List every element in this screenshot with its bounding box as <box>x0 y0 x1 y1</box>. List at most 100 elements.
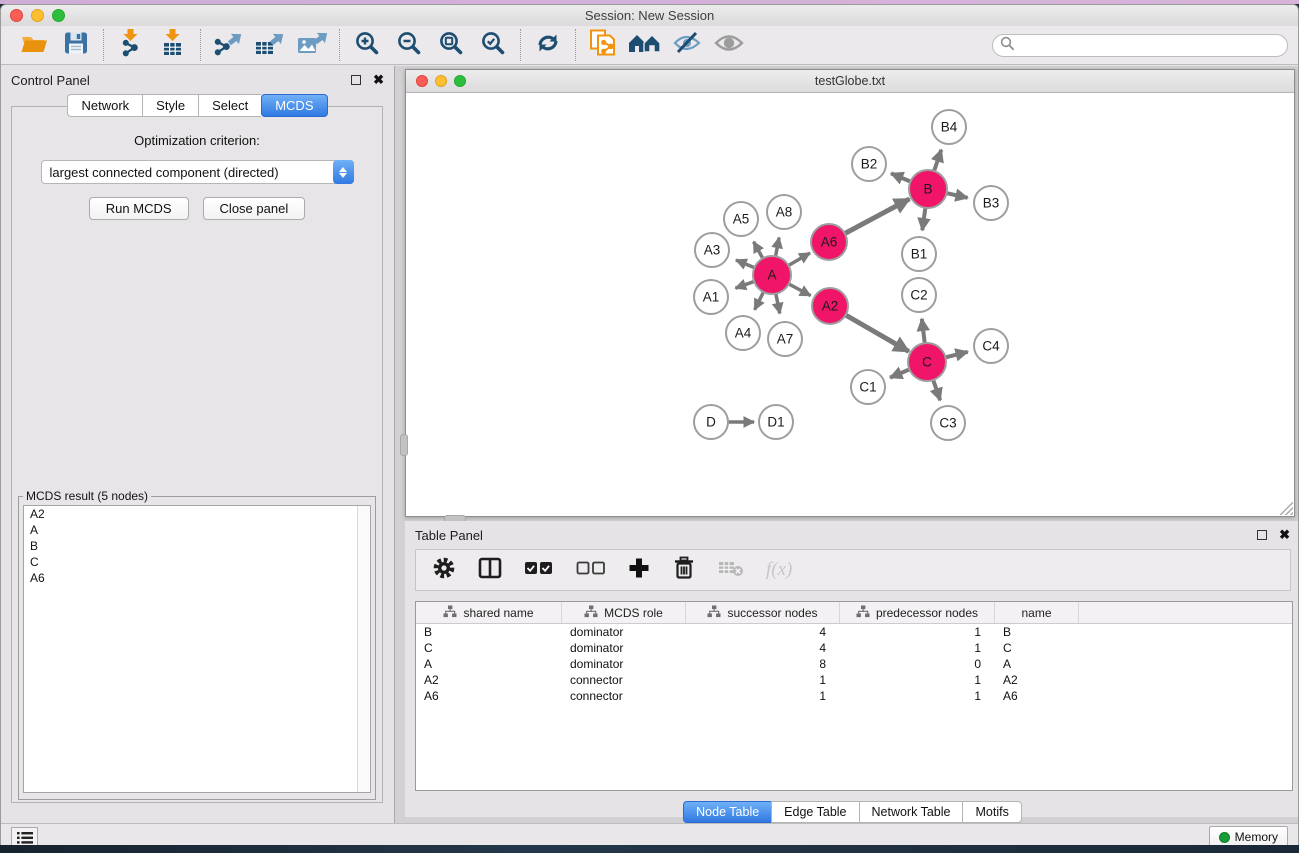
run-mcds-button[interactable]: Run MCDS <box>89 197 189 220</box>
export-table-button[interactable] <box>249 28 291 62</box>
zoom-selected-button[interactable] <box>472 28 514 62</box>
save-button[interactable] <box>55 28 97 62</box>
export-network-button[interactable] <box>207 28 249 62</box>
show-all-button[interactable] <box>708 28 750 62</box>
tab-motifs[interactable]: Motifs <box>962 801 1021 823</box>
table-cell[interactable]: connector <box>562 689 686 703</box>
resize-grip-icon[interactable] <box>1280 502 1293 515</box>
column-view-button[interactable] <box>478 555 502 585</box>
table-cell[interactable]: connector <box>562 673 686 687</box>
table-cell[interactable]: A6 <box>416 689 562 703</box>
table-cell[interactable]: 1 <box>840 689 995 703</box>
close-window-button[interactable] <box>10 9 23 22</box>
mcds-result-item[interactable]: A6 <box>24 570 370 586</box>
node-table[interactable]: shared name MCDS role successor nodes pr… <box>415 601 1293 791</box>
table-close-panel-icon[interactable]: ✖ <box>1279 527 1290 543</box>
table-row[interactable]: A2connector11A2 <box>416 672 1292 688</box>
column-header-shared-name[interactable]: shared name <box>416 602 562 623</box>
column-header-predecessor-nodes[interactable]: predecessor nodes <box>840 602 995 623</box>
node-label-A1: A1 <box>703 290 720 305</box>
export-image-button[interactable] <box>291 28 333 62</box>
mcds-result-list[interactable]: A2ABCA6 <box>23 505 371 793</box>
table-cell[interactable]: 1 <box>840 641 995 655</box>
hide-selected-button[interactable] <box>666 28 708 62</box>
table-cell[interactable]: 1 <box>840 673 995 687</box>
float-panel-icon[interactable] <box>351 75 361 85</box>
mcds-list-scrollbar[interactable] <box>357 506 370 792</box>
column-header-label: successor nodes <box>727 606 817 620</box>
table-cell[interactable]: 1 <box>686 689 840 703</box>
first-neighbors-button[interactable] <box>624 28 666 62</box>
zoom-out-button[interactable] <box>388 28 430 62</box>
table-cell[interactable]: 1 <box>686 673 840 687</box>
open-folder-button[interactable] <box>13 28 55 62</box>
criterion-dropdown[interactable]: largest connected component (directed) <box>41 160 354 184</box>
tab-style[interactable]: Style <box>142 94 198 117</box>
close-panel-icon[interactable]: ✖ <box>373 72 384 88</box>
table-cell[interactable]: C <box>416 641 562 655</box>
table-cell[interactable]: A6 <box>995 689 1079 703</box>
vertical-splitter-handle[interactable] <box>400 434 408 456</box>
toolbar-separator <box>200 29 201 61</box>
mcds-result-item[interactable]: A <box>24 522 370 538</box>
table-float-panel-icon[interactable] <box>1257 530 1267 540</box>
table-cell[interactable]: 1 <box>840 625 995 639</box>
zoom-window-button[interactable] <box>52 9 65 22</box>
mcds-result-item[interactable]: A2 <box>24 506 370 522</box>
table-cell[interactable]: 0 <box>840 657 995 671</box>
table-cell[interactable]: dominator <box>562 641 686 655</box>
table-cell[interactable]: B <box>416 625 562 639</box>
import-network-button[interactable] <box>110 28 152 62</box>
mcds-result-item[interactable]: B <box>24 538 370 554</box>
add-column-button[interactable] <box>628 555 650 585</box>
tab-edge-table[interactable]: Edge Table <box>771 801 858 823</box>
table-row[interactable]: A6connector11A6 <box>416 688 1292 704</box>
table-cell[interactable]: A2 <box>995 673 1079 687</box>
close-panel-button[interactable]: Close panel <box>203 197 306 220</box>
minimize-window-button[interactable] <box>31 9 44 22</box>
first-neighbors-icon <box>628 31 662 60</box>
tab-select[interactable]: Select <box>198 94 261 117</box>
table-cell[interactable]: dominator <box>562 657 686 671</box>
table-cell[interactable]: A <box>416 657 562 671</box>
table-row[interactable]: Adominator80A <box>416 656 1292 672</box>
mcds-result-item[interactable]: C <box>24 554 370 570</box>
column-header-successor-nodes[interactable]: successor nodes <box>686 602 840 623</box>
table-cell[interactable]: B <box>995 625 1079 639</box>
new-network-from-selection-button[interactable] <box>582 28 624 62</box>
network-canvas[interactable]: AA1A2A3A4A5A6A7A8BB1B2B3B4CC1C2C3C4DD1 <box>406 93 1294 516</box>
control-panel-tabs: NetworkStyleSelectMCDS <box>1 94 394 117</box>
memory-button[interactable]: Memory <box>1209 826 1288 845</box>
network-zoom-button[interactable] <box>454 75 466 87</box>
select-all-button[interactable] <box>524 555 554 585</box>
tab-network[interactable]: Network <box>67 94 142 117</box>
zoom-selected-icon <box>481 31 505 60</box>
zoom-in-button[interactable] <box>346 28 388 62</box>
network-minimize-button[interactable] <box>435 75 447 87</box>
search-input[interactable] <box>1015 38 1287 53</box>
delete-column-button[interactable] <box>672 555 696 585</box>
table-row[interactable]: Cdominator41C <box>416 640 1292 656</box>
table-cell[interactable]: 4 <box>686 625 840 639</box>
network-close-button[interactable] <box>416 75 428 87</box>
refresh-button[interactable] <box>527 28 569 62</box>
tab-network-table[interactable]: Network Table <box>859 801 963 823</box>
deselect-all-button[interactable] <box>576 555 606 585</box>
table-cell[interactable]: A <box>995 657 1079 671</box>
zoom-fit-button[interactable] <box>430 28 472 62</box>
gear-button[interactable] <box>432 555 456 585</box>
table-cell[interactable]: C <box>995 641 1079 655</box>
tab-mcds[interactable]: MCDS <box>261 94 327 117</box>
column-header-label: MCDS role <box>604 606 663 620</box>
table-cell[interactable]: 4 <box>686 641 840 655</box>
table-row[interactable]: Bdominator41B <box>416 624 1292 640</box>
task-history-button[interactable] <box>11 827 38 845</box>
column-header-MCDS-role[interactable]: MCDS role <box>562 602 686 623</box>
import-table-button[interactable] <box>152 28 194 62</box>
table-cell[interactable]: dominator <box>562 625 686 639</box>
table-cell[interactable]: 8 <box>686 657 840 671</box>
search-box[interactable] <box>992 34 1288 57</box>
column-header-name[interactable]: name <box>995 602 1079 623</box>
table-cell[interactable]: A2 <box>416 673 562 687</box>
tab-node-table[interactable]: Node Table <box>683 801 771 823</box>
